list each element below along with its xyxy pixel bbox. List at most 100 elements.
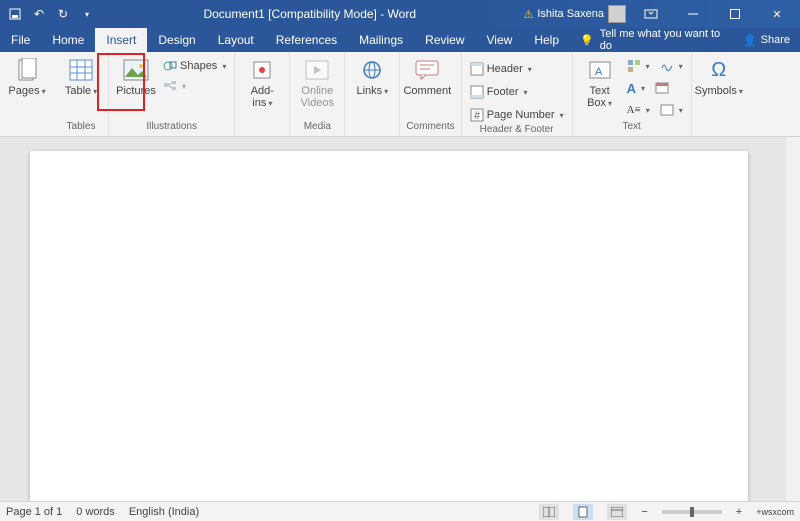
group-label-comments: Comments [406,121,454,134]
comment-button[interactable]: Comment [406,54,448,97]
zoom-label[interactable]: +wsxcom [756,507,794,517]
ribbon-options-icon[interactable] [634,0,668,28]
read-mode-button[interactable] [539,504,559,520]
footer-label: Footer [487,86,519,98]
table-icon [68,57,94,83]
page-number-button[interactable]: # Page Number [468,106,566,124]
drop-cap-button[interactable]: A≡ [625,101,652,119]
save-icon[interactable] [8,7,22,21]
language-status[interactable]: English (India) [129,506,199,518]
tab-references[interactable]: References [265,28,348,52]
header-icon [470,62,484,76]
text-box-button[interactable]: A Text Box [579,54,621,109]
group-label-tables: Tables [60,121,102,134]
tab-review[interactable]: Review [414,28,475,52]
print-layout-button[interactable] [573,504,593,520]
addins-button[interactable]: Add- ins [241,54,283,109]
quick-parts-button[interactable] [625,57,652,75]
vertical-scrollbar[interactable] [786,137,800,501]
table-button[interactable]: Table [60,54,102,97]
smartart-button[interactable] [161,77,228,95]
tab-file[interactable]: File [0,28,41,52]
comment-icon [414,57,440,83]
word-count[interactable]: 0 words [76,506,115,518]
group-label-text: Text [579,121,685,134]
date-time-button[interactable] [653,79,671,97]
group-label-addins [241,132,283,134]
footer-button[interactable]: Footer [468,83,566,101]
svg-text:#: # [474,110,481,122]
zoom-in-button[interactable]: + [736,506,742,518]
tab-help[interactable]: Help [523,28,570,52]
status-bar: Page 1 of 1 0 words English (India) − + … [0,501,800,521]
share-button[interactable]: 👤 Share [733,28,800,52]
pictures-button[interactable]: Pictures [115,54,157,97]
warning-icon: ⚠ [523,8,533,21]
group-label-illustrations: Illustrations [115,121,228,134]
wordart-button[interactable]: A [625,79,647,97]
maximize-button[interactable] [718,0,752,28]
signature-icon [660,60,674,72]
links-label: Links [356,85,388,97]
object-button[interactable] [658,101,685,119]
undo-icon[interactable]: ↶ [32,7,46,21]
links-icon [359,57,385,83]
footer-icon [470,85,484,99]
online-videos-button[interactable]: Online Videos [296,54,338,109]
text-box-label: Text Box [587,85,612,109]
symbols-label: Symbols [695,85,743,97]
page-number-label: Page Number [487,109,555,121]
table-label: Table [65,85,97,97]
zoom-slider[interactable] [662,510,722,514]
tab-view[interactable]: View [476,28,524,52]
group-label-header-footer: Header & Footer [468,124,566,137]
window-title: Document1 [Compatibility Mode] - Word [102,7,517,21]
account-warning[interactable]: ⚠ Ishita Saxena [523,5,626,23]
share-icon: 👤 [743,34,757,47]
document-page[interactable] [30,151,748,501]
avatar-icon [608,5,626,23]
addins-icon [249,57,275,83]
pages-label: Pages [8,85,45,97]
omega-icon: Ω [706,57,732,83]
wordart-icon: A [627,81,636,96]
user-name: Ishita Saxena [537,8,604,20]
qat-more-icon[interactable]: ▾ [80,7,94,21]
redo-icon[interactable]: ↻ [56,7,70,21]
online-videos-label: Online Videos [301,85,334,109]
tell-me-label: Tell me what you want to do [600,28,733,52]
pages-icon [14,57,40,83]
pages-button[interactable]: Pages [6,54,48,97]
pictures-label: Pictures [116,85,156,97]
zoom-out-button[interactable]: − [641,506,647,518]
tab-home[interactable]: Home [41,28,95,52]
group-label-media: Media [296,121,338,134]
tell-me[interactable]: 💡 Tell me what you want to do [570,28,733,52]
ribbon: Pages Table Tables Pictures Shapes [0,52,800,137]
tab-mailings[interactable]: Mailings [348,28,414,52]
quick-parts-icon [627,59,641,73]
tab-layout[interactable]: Layout [207,28,265,52]
date-icon [655,82,669,94]
workspace [0,137,800,501]
header-button[interactable]: Header [468,60,566,78]
lightbulb-icon: 💡 [580,34,594,47]
header-label: Header [487,63,523,75]
group-label-pages [6,132,48,134]
minimize-button[interactable] [676,0,710,28]
title-bar: ↶ ↻ ▾ Document1 [Compatibility Mode] - W… [0,0,800,28]
symbols-button[interactable]: Ω Symbols [698,54,740,97]
shapes-label: Shapes [180,60,217,72]
tab-insert[interactable]: Insert [95,28,147,52]
web-layout-button[interactable] [607,504,627,520]
shapes-button[interactable]: Shapes [161,57,228,75]
object-icon [660,104,674,116]
signature-button[interactable] [658,57,685,75]
menu-bar: File Home Insert Design Layout Reference… [0,28,800,52]
close-button[interactable]: ✕ [760,0,794,28]
tab-design[interactable]: Design [147,28,206,52]
page-status[interactable]: Page 1 of 1 [6,506,62,518]
share-label: Share [761,34,790,46]
page-number-icon: # [470,108,484,122]
links-button[interactable]: Links [351,54,393,97]
